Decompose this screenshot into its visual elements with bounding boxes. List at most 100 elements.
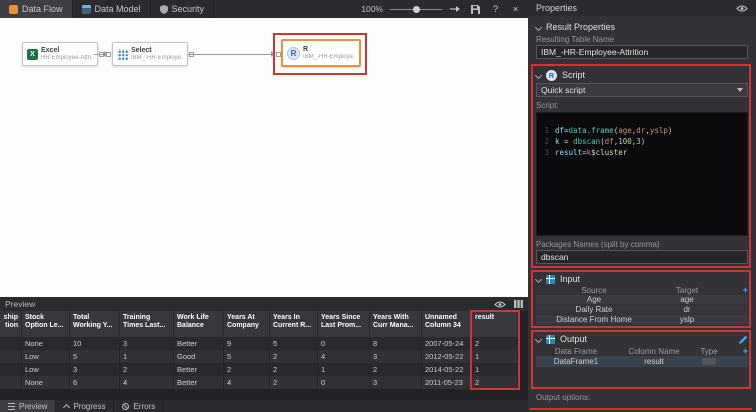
preview-column-header[interactable]: Years In Current R...: [270, 311, 318, 337]
fit-view-icon[interactable]: [449, 3, 462, 16]
output-header-cell: Data Frame: [536, 347, 616, 356]
preview-column-header[interactable]: Total Working Y...: [70, 311, 120, 337]
code-token: ): [641, 136, 646, 147]
input-mapping-row[interactable]: Distance From Homeyslp: [536, 315, 748, 325]
connector-line[interactable]: [188, 54, 273, 55]
input-mapping-row[interactable]: Daily Ratedr: [536, 305, 748, 315]
eye-icon[interactable]: [494, 301, 506, 308]
input-target-cell[interactable]: age: [652, 295, 722, 304]
preview-column-header[interactable]: Years Since Last Prom...: [318, 311, 370, 337]
tab-errors[interactable]: Errors: [114, 400, 164, 412]
input-mapping-row[interactable]: Ageage: [536, 295, 748, 305]
output-type-cell[interactable]: [692, 357, 726, 366]
code-line: 2k = dbscan(df,100,3): [541, 136, 743, 147]
tab-data-flow[interactable]: Data Flow: [0, 0, 73, 18]
preview-row[interactable]: None103Better95082007-05-242: [0, 337, 518, 350]
preview-cell: 9: [224, 337, 270, 350]
script-mode-select[interactable]: Quick script: [536, 83, 748, 97]
preview-column-header[interactable]: Work Life Balance: [174, 311, 224, 337]
output-header-cell: Type: [692, 347, 726, 356]
input-port[interactable]: [276, 52, 281, 57]
tab-preview[interactable]: Preview: [0, 400, 56, 412]
add-output-button[interactable]: +: [726, 347, 748, 356]
properties-header: Properties: [528, 0, 756, 16]
section-output-label: Output: [560, 334, 587, 344]
preview-column-header[interactable]: ship tion: [0, 311, 22, 337]
preview-cell: 2014-05-22: [422, 363, 472, 376]
output-table-icon: [546, 335, 555, 344]
section-result-properties[interactable]: Result Properties: [536, 21, 748, 33]
zoom-slider[interactable]: [390, 5, 442, 14]
code-token: df: [605, 136, 614, 147]
close-button[interactable]: ×: [509, 3, 522, 16]
preview-cell: [0, 337, 22, 350]
edit-pencil-icon[interactable]: [739, 335, 748, 344]
eye-icon[interactable]: [736, 5, 748, 12]
preview-row[interactable]: Low51Good52432012-05-221: [0, 350, 518, 363]
node-r-script[interactable]: R IBM_-HR-Employe...: [281, 39, 361, 67]
input-port[interactable]: [106, 52, 111, 57]
section-script[interactable]: Script: [536, 69, 748, 81]
output-dataframe-cell[interactable]: DataFrame1: [536, 357, 616, 366]
save-icon[interactable]: [469, 3, 482, 16]
preview-cell: 5: [224, 350, 270, 363]
preview-column-header[interactable]: Years With Curr Mana...: [370, 311, 422, 337]
input-target-cell[interactable]: yslp: [652, 315, 722, 324]
chevron-down-icon: [535, 23, 542, 30]
chevron-up-icon: [63, 403, 70, 410]
preview-cell: 1: [472, 350, 518, 363]
zoom-slider-knob[interactable]: [413, 6, 420, 13]
preview-column-header[interactable]: Stock Option Le...: [22, 311, 70, 337]
tab-data-model[interactable]: Data Model: [73, 0, 151, 18]
tab-preview-label: Preview: [19, 402, 47, 411]
preview-cell: 3: [120, 337, 174, 350]
preview-cell: 5: [70, 350, 120, 363]
packages-input[interactable]: [536, 250, 748, 264]
line-number: 1: [541, 125, 549, 136]
input-source-cell[interactable]: Daily Rate: [536, 305, 652, 314]
input-header-cell: Source: [536, 286, 652, 295]
help-button[interactable]: ?: [489, 3, 502, 16]
preview-row[interactable]: Low32Better22122014-05-221: [0, 363, 518, 376]
select-icon: [117, 49, 128, 60]
preview-panel: Preview ship tionStock Option Le...Total…: [0, 297, 528, 400]
preview-cell: 6: [70, 376, 120, 389]
section-input[interactable]: Input: [536, 273, 748, 285]
tab-data-model-label: Data Model: [95, 4, 141, 14]
add-input-button[interactable]: +: [722, 286, 748, 295]
preview-cell: 4: [224, 376, 270, 389]
section-output[interactable]: Output: [536, 333, 748, 345]
code-token: dbscan: [573, 136, 600, 147]
line-number: 3: [541, 147, 549, 158]
output-row[interactable]: DataFrame1result: [536, 356, 748, 367]
node-title: R: [303, 46, 355, 54]
code-line: 3result=k$cluster: [541, 147, 743, 158]
columns-icon[interactable]: [514, 300, 523, 308]
chevron-down-icon: [535, 275, 542, 282]
preview-cell: 2: [270, 350, 318, 363]
preview-column-header[interactable]: Unnamed Column 34: [422, 311, 472, 337]
input-source-cell[interactable]: Distance From Home: [536, 315, 652, 324]
preview-cell: 3: [370, 350, 422, 363]
node-select[interactable]: Select IBM_-HR-Employe...: [112, 42, 188, 66]
input-target-cell[interactable]: dr: [652, 305, 722, 314]
preview-row[interactable]: None64Better42032011-05-232: [0, 376, 518, 389]
code-token: 100: [618, 136, 632, 147]
type-cell-pill[interactable]: [702, 358, 716, 365]
node-subtitle: HR-Employee-Attri...: [41, 55, 93, 62]
tab-security[interactable]: Security: [151, 0, 215, 18]
preview-column-header[interactable]: result: [472, 311, 518, 337]
node-excel[interactable]: Excel HR-Employee-Attri...: [22, 42, 98, 66]
code-token: df: [555, 125, 564, 136]
resulting-table-name-input[interactable]: [536, 45, 748, 59]
dataflow-canvas[interactable]: Excel HR-Employee-Attri... Select IBM_-H…: [0, 18, 528, 297]
tab-progress[interactable]: Progress: [56, 400, 114, 412]
input-mapping-table: SourceTarget+AgeageDaily RatedrDistance …: [536, 285, 748, 325]
list-icon: [8, 403, 15, 410]
preview-column-header[interactable]: Years At Company: [224, 311, 270, 337]
script-code-editor[interactable]: 1df=data.frame(age,dr,yslp)2k = dbscan(d…: [536, 112, 748, 236]
output-column-cell[interactable]: result: [616, 357, 692, 366]
input-source-cell[interactable]: Age: [536, 295, 652, 304]
preview-cell: 10: [70, 337, 120, 350]
preview-column-header[interactable]: Training Times Last...: [120, 311, 174, 337]
